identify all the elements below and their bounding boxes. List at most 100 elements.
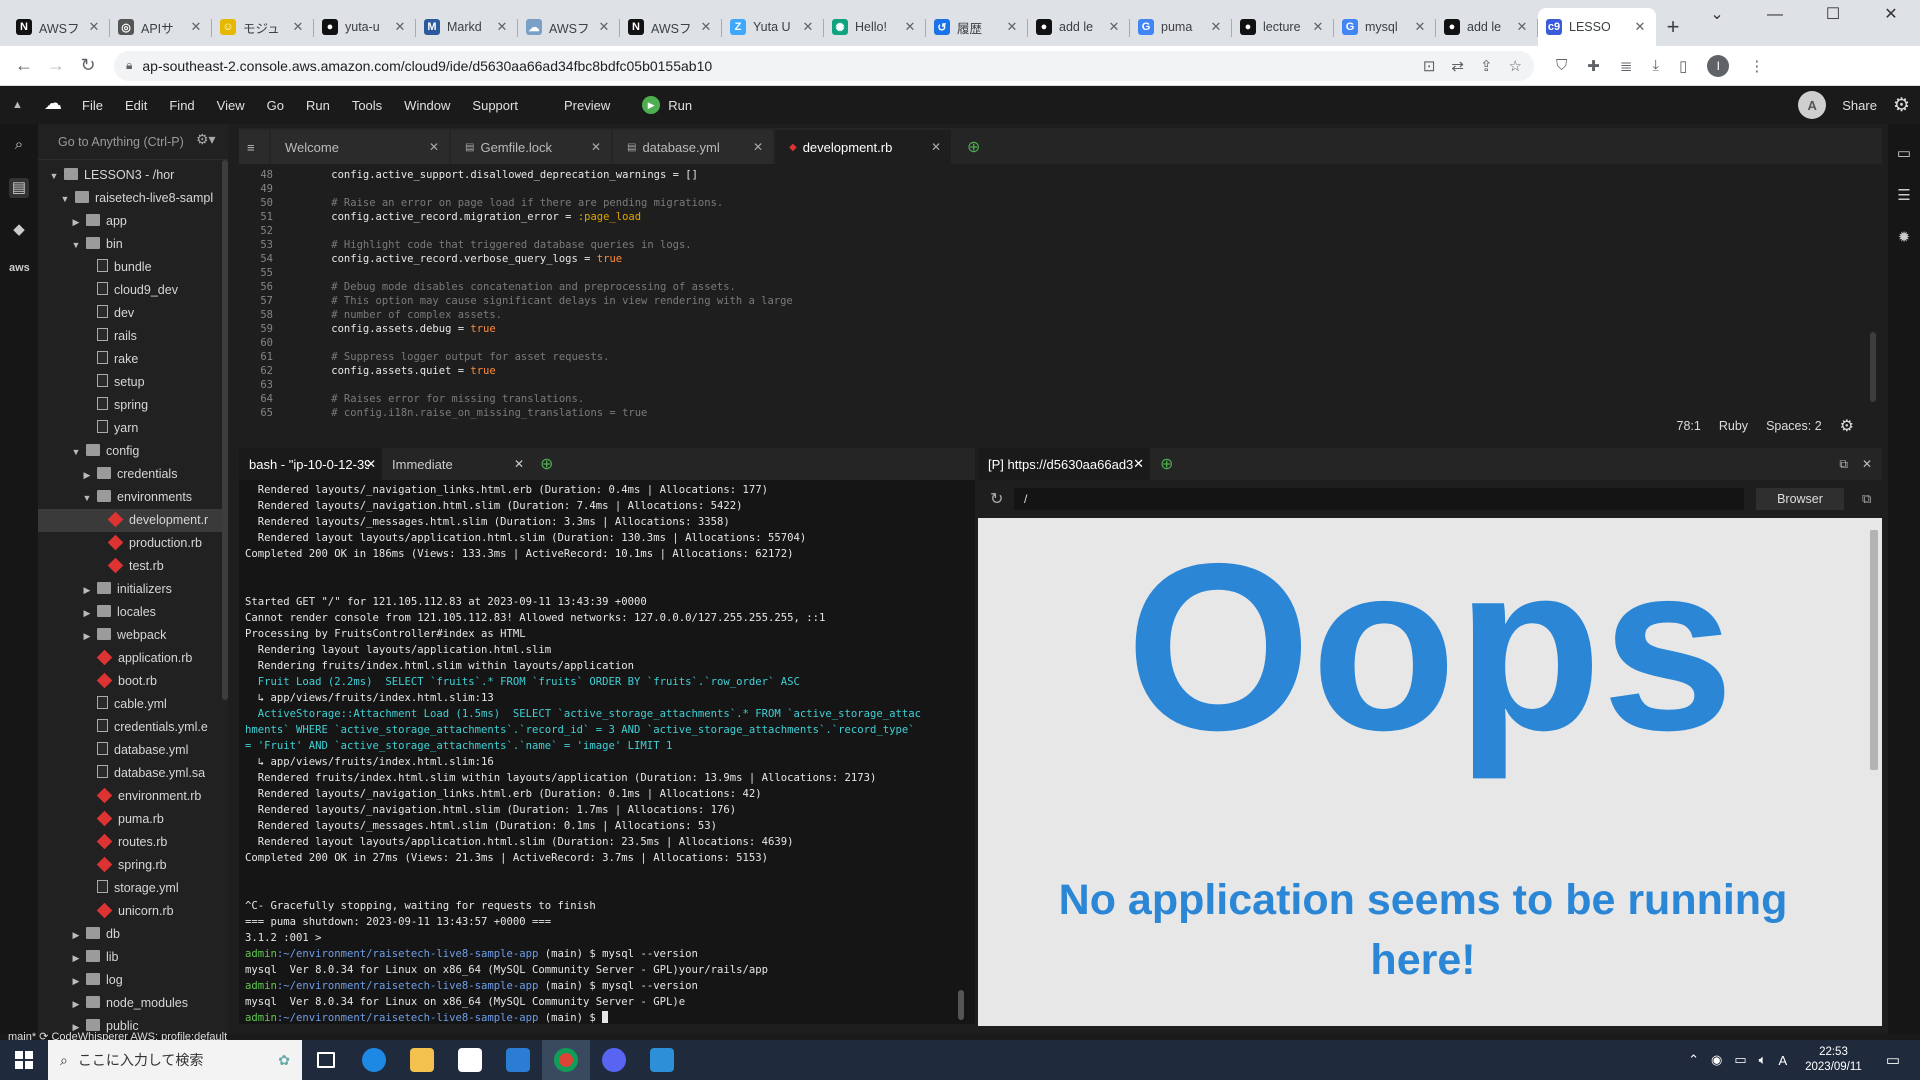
share-button[interactable]: Share (1842, 98, 1877, 113)
store-icon[interactable] (446, 1040, 494, 1080)
tree-folder[interactable]: ▼ raisetech-live8-sampl (38, 187, 228, 210)
outline-icon[interactable]: ☰ (1894, 186, 1914, 206)
close-icon[interactable]: ✕ (1106, 19, 1122, 35)
close-icon[interactable]: ✕ (1310, 19, 1326, 35)
chevron-right-icon[interactable]: ▶ (70, 970, 82, 993)
notification-icon[interactable]: ▭ (1886, 1051, 1900, 1069)
tree-file[interactable]: routes.rb (38, 831, 228, 854)
url-omnibox[interactable]: 🔒︎ ap-southeast-2.console.aws.amazon.com… (114, 50, 1534, 81)
mail-icon[interactable] (494, 1040, 542, 1080)
tree-folder[interactable]: ▶ webpack (38, 624, 228, 647)
volume-icon[interactable]: 🔈︎ (1759, 1052, 1767, 1068)
edge-icon[interactable] (350, 1040, 398, 1080)
browser-tab[interactable]: M Markd ✕ (416, 8, 518, 46)
tree-folder[interactable]: ▼ bin (38, 233, 228, 256)
preview-menu[interactable]: Preview (564, 98, 610, 113)
tree-file[interactable]: dev (38, 302, 228, 325)
preview-url-input[interactable]: / (1014, 488, 1744, 510)
menu-file[interactable]: File (82, 98, 103, 113)
close-icon[interactable]: ✕ (188, 19, 204, 35)
close-icon[interactable]: ✕ (1862, 457, 1872, 472)
collapse-arrow-icon[interactable]: ▲ (12, 99, 23, 111)
close-icon[interactable]: ✕ (753, 140, 763, 154)
tree-file[interactable]: unicorn.rb (38, 900, 228, 923)
language-mode[interactable]: Ruby (1719, 419, 1748, 433)
tree-folder[interactable]: ▶ initializers (38, 578, 228, 601)
browser-tab[interactable]: N AWSフ ✕ (8, 8, 110, 46)
camera-icon[interactable]: ◉ (1711, 1052, 1722, 1068)
lock-icon[interactable]: 🔒︎ (126, 58, 132, 73)
tree-folder[interactable]: ▶ log (38, 969, 228, 992)
tree-file[interactable]: development.r (38, 509, 228, 532)
source-control-icon[interactable]: ◆ (9, 220, 29, 240)
preview-scrollbar[interactable] (1870, 530, 1878, 770)
terminal-tab[interactable]: Immediate ✕ (382, 448, 530, 480)
download-icon[interactable]: ⤓ (1652, 57, 1659, 74)
chevron-down-icon[interactable]: ▼ (81, 487, 93, 510)
close-icon[interactable]: ✕ (494, 19, 510, 35)
editor-tab[interactable]: ◆ development.rb ✕ (775, 130, 951, 164)
refresh-icon[interactable]: ↻ (990, 489, 1003, 509)
close-icon[interactable]: ✕ (1133, 456, 1144, 472)
close-icon[interactable]: ✕ (591, 140, 601, 154)
menu-go[interactable]: Go (267, 98, 284, 113)
close-icon[interactable]: ✕ (596, 19, 612, 35)
browser-tab[interactable]: ↺ 履歴 ✕ (926, 8, 1028, 46)
editor-tab[interactable]: ▤ database.yml ✕ (613, 130, 773, 164)
close-icon[interactable]: ✕ (800, 19, 816, 35)
reload-button[interactable]: ↻ (72, 50, 104, 82)
tree-folder[interactable]: ▶ lib (38, 946, 228, 969)
tree-folder[interactable]: ▼ LESSON3 - /hor (38, 164, 228, 187)
tree-folder[interactable]: ▼ environments (38, 486, 228, 509)
avatar[interactable]: A (1798, 91, 1827, 119)
tree-file[interactable]: application.rb (38, 647, 228, 670)
tree-file[interactable]: database.yml.sa (38, 762, 228, 785)
tree-file[interactable]: rake (38, 348, 228, 371)
gear-icon[interactable]: ⚙ (1840, 416, 1854, 436)
close-icon[interactable]: ✕ (902, 19, 918, 35)
tree-file[interactable]: database.yml (38, 739, 228, 762)
network-icon[interactable]: ▭ (1734, 1052, 1746, 1068)
add-tab-button[interactable]: ⊕ (953, 130, 994, 164)
tree-file[interactable]: bundle (38, 256, 228, 279)
menu-edit[interactable]: Edit (125, 98, 147, 113)
close-icon[interactable]: ✕ (698, 19, 714, 35)
reading-list-icon[interactable]: ≣ (1620, 57, 1633, 75)
browser-tab[interactable]: Gpuma ✕ (1130, 8, 1232, 46)
share-icon[interactable]: ⇪ (1480, 57, 1493, 75)
windows-start-icon[interactable] (0, 1051, 48, 1069)
close-icon[interactable]: ✕ (290, 19, 306, 35)
maximize-button[interactable]: ☐ (1804, 0, 1862, 30)
tree-folder[interactable]: ▶ app (38, 210, 228, 233)
tree-file[interactable]: setup (38, 371, 228, 394)
tree-file[interactable]: test.rb (38, 555, 228, 578)
popout-icon[interactable]: ⧉ (1862, 491, 1871, 507)
back-button[interactable]: ← (8, 50, 40, 82)
chevron-right-icon[interactable]: ▶ (81, 464, 93, 487)
browser-tab[interactable]: ☺ モジュ ✕ (212, 8, 314, 46)
terminal-output[interactable]: Rendered layouts/_navigation_links.html.… (239, 480, 975, 1024)
extensions-puzzle-icon[interactable]: ✚ (1587, 57, 1600, 75)
chevron-right-icon[interactable]: ▶ (70, 993, 82, 1016)
run-button[interactable]: ▶ Run (642, 96, 714, 114)
tree-file[interactable]: boot.rb (38, 670, 228, 693)
cursor-position[interactable]: 78:1 (1677, 419, 1701, 433)
translate-icon[interactable]: ⇄ (1451, 57, 1464, 75)
browser-tab[interactable]: Gmysql ✕ (1334, 8, 1436, 46)
kebab-menu-icon[interactable]: ⋮ (1749, 57, 1764, 75)
ime-indicator[interactable]: A (1778, 1053, 1787, 1068)
tree-file[interactable]: rails (38, 325, 228, 348)
tree-file[interactable]: production.rb (38, 532, 228, 555)
chevron-right-icon[interactable]: ▶ (81, 579, 93, 602)
browser-tab[interactable]: c9 LESSO ✕ (1538, 8, 1656, 46)
shield-extension-icon[interactable]: ⛉ (1556, 57, 1567, 74)
profile-avatar[interactable]: I (1707, 54, 1730, 77)
new-tab-button[interactable]: + (1656, 8, 1690, 46)
chevron-down-icon[interactable]: ▼ (70, 441, 82, 464)
preview-tab[interactable]: [P] https://d5630aa66ad3 ✕ (978, 448, 1150, 480)
cloud9-logo-icon[interactable]: ☁ (44, 93, 68, 117)
chevron-right-icon[interactable]: ▶ (70, 211, 82, 234)
close-icon[interactable]: ✕ (1514, 19, 1530, 35)
menu-window[interactable]: Window (404, 98, 450, 113)
forward-button[interactable]: → (40, 50, 72, 82)
